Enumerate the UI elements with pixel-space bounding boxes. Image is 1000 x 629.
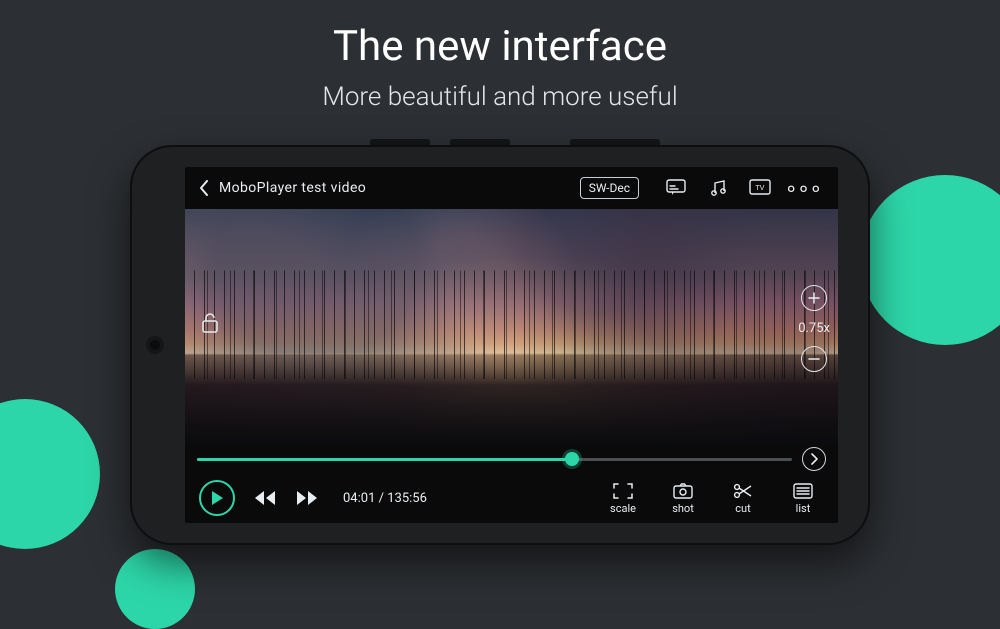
tool-label: scale bbox=[610, 502, 636, 515]
zoom-controls: 0.75x bbox=[798, 285, 830, 372]
list-icon bbox=[792, 482, 814, 500]
forward-button[interactable] bbox=[295, 490, 319, 506]
rewind-icon bbox=[253, 490, 277, 506]
subtitle-button[interactable] bbox=[663, 175, 689, 201]
time-current: 04:01 bbox=[343, 491, 375, 506]
play-icon bbox=[210, 490, 224, 506]
lock-button[interactable] bbox=[195, 308, 225, 338]
tv-icon: TV bbox=[749, 179, 771, 197]
next-button[interactable] bbox=[802, 447, 826, 471]
subtitle-icon bbox=[666, 179, 686, 197]
tv-button[interactable]: TV bbox=[747, 175, 773, 201]
tool-label: cut bbox=[735, 502, 750, 515]
rewind-button[interactable] bbox=[253, 490, 277, 506]
promo-headline: The new interface bbox=[0, 22, 1000, 71]
progress-row bbox=[185, 445, 838, 473]
more-button[interactable]: ००० bbox=[787, 177, 824, 199]
decor-circle bbox=[0, 399, 100, 549]
phone-frame: MoboPlayer test video SW-Dec TV ००० bbox=[130, 145, 870, 545]
zoom-in-button[interactable] bbox=[801, 285, 827, 311]
promo-subhead: More beautiful and more useful bbox=[0, 82, 1000, 112]
player-topbar: MoboPlayer test video SW-Dec TV ००० bbox=[185, 167, 838, 209]
zoom-in-icon bbox=[808, 292, 820, 304]
time-total: 135:56 bbox=[387, 491, 427, 506]
phone-hw-button bbox=[570, 139, 660, 145]
back-button[interactable] bbox=[199, 180, 209, 196]
scale-button[interactable]: scale bbox=[602, 482, 644, 515]
play-button[interactable] bbox=[199, 480, 235, 516]
time-display: 04:01 / 135:56 bbox=[343, 491, 427, 506]
video-frame-image bbox=[185, 353, 838, 445]
seek-knob[interactable] bbox=[565, 452, 579, 466]
cut-button[interactable]: cut bbox=[722, 482, 764, 515]
tool-label: list bbox=[796, 502, 811, 515]
player-controls: 04:01 / 135:56 scale shot cut bbox=[185, 473, 838, 523]
tool-label: shot bbox=[672, 502, 694, 515]
video-area[interactable]: 0.75x bbox=[185, 209, 838, 445]
zoom-out-button[interactable] bbox=[801, 346, 827, 372]
player-screen: MoboPlayer test video SW-Dec TV ००० bbox=[185, 167, 838, 523]
list-button[interactable]: list bbox=[782, 482, 824, 515]
decoder-button[interactable]: SW-Dec bbox=[580, 177, 639, 199]
lock-open-icon bbox=[200, 312, 220, 334]
forward-icon bbox=[295, 490, 319, 506]
scissors-icon bbox=[732, 482, 754, 500]
video-title: MoboPlayer test video bbox=[219, 180, 366, 196]
camera-icon bbox=[672, 482, 694, 500]
scale-icon bbox=[612, 482, 634, 500]
time-sep: / bbox=[375, 491, 387, 506]
audio-button[interactable] bbox=[705, 175, 731, 201]
decor-circle bbox=[860, 175, 1000, 345]
chevron-left-icon bbox=[199, 180, 209, 196]
chevron-right-icon bbox=[810, 453, 818, 465]
zoom-out-icon bbox=[808, 353, 820, 365]
phone-hw-button bbox=[450, 139, 510, 145]
seek-fill bbox=[197, 458, 572, 461]
music-icon bbox=[709, 179, 727, 197]
seek-track[interactable] bbox=[197, 458, 792, 461]
svg-text:TV: TV bbox=[756, 185, 765, 192]
decor-circle bbox=[115, 549, 195, 629]
more-icon: ००० bbox=[787, 179, 824, 198]
shot-button[interactable]: shot bbox=[662, 482, 704, 515]
zoom-value: 0.75x bbox=[798, 321, 830, 336]
phone-hw-button bbox=[370, 139, 430, 145]
